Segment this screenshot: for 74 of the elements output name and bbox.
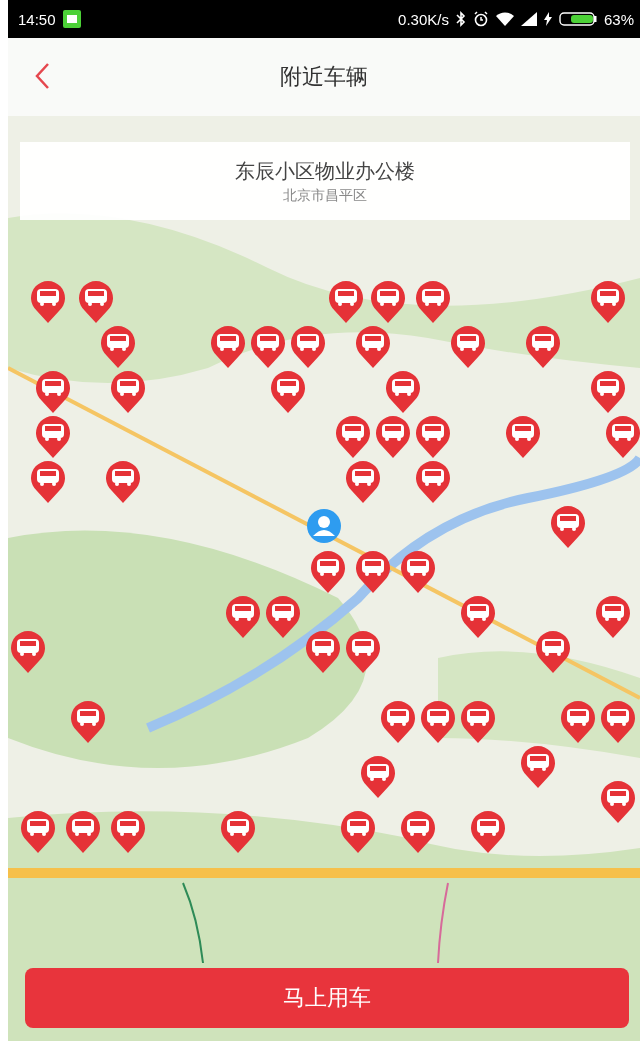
location-card[interactable]: 东辰小区物业办公楼 北京市昌平区 — [20, 142, 630, 220]
use-car-button[interactable]: 马上用车 — [25, 968, 629, 1028]
bus-map-pin-icon[interactable] — [503, 413, 543, 459]
bus-map-pin-icon[interactable] — [263, 593, 303, 639]
bus-map-pin-icon[interactable] — [108, 368, 148, 414]
bus-map-pin-icon[interactable] — [288, 323, 328, 369]
bus-map-pin-icon[interactable] — [76, 278, 116, 324]
bus-map-pin-icon[interactable] — [558, 698, 598, 744]
bus-map-pin-icon[interactable] — [418, 698, 458, 744]
bus-map-pin-icon[interactable] — [518, 743, 558, 789]
bus-map-pin-icon[interactable] — [353, 548, 393, 594]
bus-map-pin-icon[interactable] — [103, 458, 143, 504]
bus-map-pin-icon[interactable] — [248, 323, 288, 369]
alarm-clock-icon — [472, 11, 489, 27]
bus-map-pin-icon[interactable] — [368, 278, 408, 324]
wifi-icon — [495, 11, 514, 27]
bus-map-pin-icon[interactable] — [353, 323, 393, 369]
bus-map-pin-icon[interactable] — [343, 458, 383, 504]
bus-map-pin-icon[interactable] — [458, 593, 498, 639]
bus-map-pin-icon[interactable] — [373, 413, 413, 459]
bus-map-pin-icon[interactable] — [8, 628, 48, 674]
bus-map-pin-icon[interactable] — [18, 808, 58, 854]
network-speed: 0.30K/s — [398, 10, 449, 28]
charging-icon — [543, 12, 552, 26]
bus-map-pin-icon[interactable] — [603, 413, 640, 459]
bus-map-pin-icon[interactable] — [28, 278, 68, 324]
bus-map-pin-icon[interactable] — [378, 698, 418, 744]
bus-map-pin-icon[interactable] — [63, 808, 103, 854]
bus-map-pin-icon[interactable] — [458, 698, 498, 744]
bus-map-pin-icon[interactable] — [218, 808, 258, 854]
bus-map-pin-icon[interactable] — [28, 458, 68, 504]
gallery-icon — [62, 10, 81, 28]
bus-map-pin-icon[interactable] — [413, 278, 453, 324]
back-icon[interactable] — [34, 62, 50, 90]
bus-map-pin-icon[interactable] — [448, 323, 488, 369]
bus-map-pin-icon[interactable] — [108, 808, 148, 854]
bus-map-pin-icon[interactable] — [598, 698, 638, 744]
bus-map-pin-icon[interactable] — [588, 368, 628, 414]
battery-icon — [558, 11, 597, 27]
bus-map-pin-icon[interactable] — [548, 503, 588, 549]
map-drawing[interactable]: 附近车辆 东辰小区物业办公楼 北京市昌平区 马上用车 — [8, 38, 640, 1041]
bus-map-pin-icon[interactable] — [68, 698, 108, 744]
bus-map-pin-icon[interactable] — [333, 413, 373, 459]
status-time: 14:50 — [18, 10, 56, 28]
battery-percentage: 63% — [603, 10, 634, 28]
bus-map-pin-icon[interactable] — [343, 628, 383, 674]
page-title: 附近车辆 — [280, 63, 368, 91]
bus-map-pin-icon[interactable] — [413, 458, 453, 504]
bus-map-pin-icon[interactable] — [523, 323, 563, 369]
bus-map-pin-icon[interactable] — [588, 278, 628, 324]
bus-map-pin-icon[interactable] — [33, 413, 73, 459]
bus-map-pin-icon[interactable] — [326, 278, 366, 324]
bus-map-pin-icon[interactable] — [33, 368, 73, 414]
bus-map-pin-icon[interactable] — [223, 593, 263, 639]
bluetooth-icon — [455, 11, 466, 27]
bus-map-pin-icon[interactable] — [358, 753, 398, 799]
bus-map-pin-icon[interactable] — [338, 808, 378, 854]
bus-map-pin-icon[interactable] — [308, 548, 348, 594]
bus-map-pin-icon[interactable] — [593, 593, 633, 639]
bus-map-pin-icon[interactable] — [268, 368, 308, 414]
bus-map-pin-icon[interactable] — [413, 413, 453, 459]
bus-map-pin-icon[interactable] — [383, 368, 423, 414]
location-district: 北京市昌平区 — [283, 186, 367, 205]
location-name: 东辰小区物业办公楼 — [235, 157, 415, 185]
bus-map-pin-icon[interactable] — [208, 323, 248, 369]
bus-map-pin-icon[interactable] — [398, 808, 438, 854]
bus-map-pin-icon[interactable] — [98, 323, 138, 369]
bus-map-pin-icon[interactable] — [468, 808, 508, 854]
bus-map-pin-icon[interactable] — [398, 548, 438, 594]
user-location-icon — [306, 508, 342, 544]
bus-map-pin-icon[interactable] — [303, 628, 343, 674]
signal-icon — [520, 12, 537, 26]
bus-map-pin-icon[interactable] — [598, 778, 638, 824]
bus-map-pin-icon[interactable] — [533, 628, 573, 674]
